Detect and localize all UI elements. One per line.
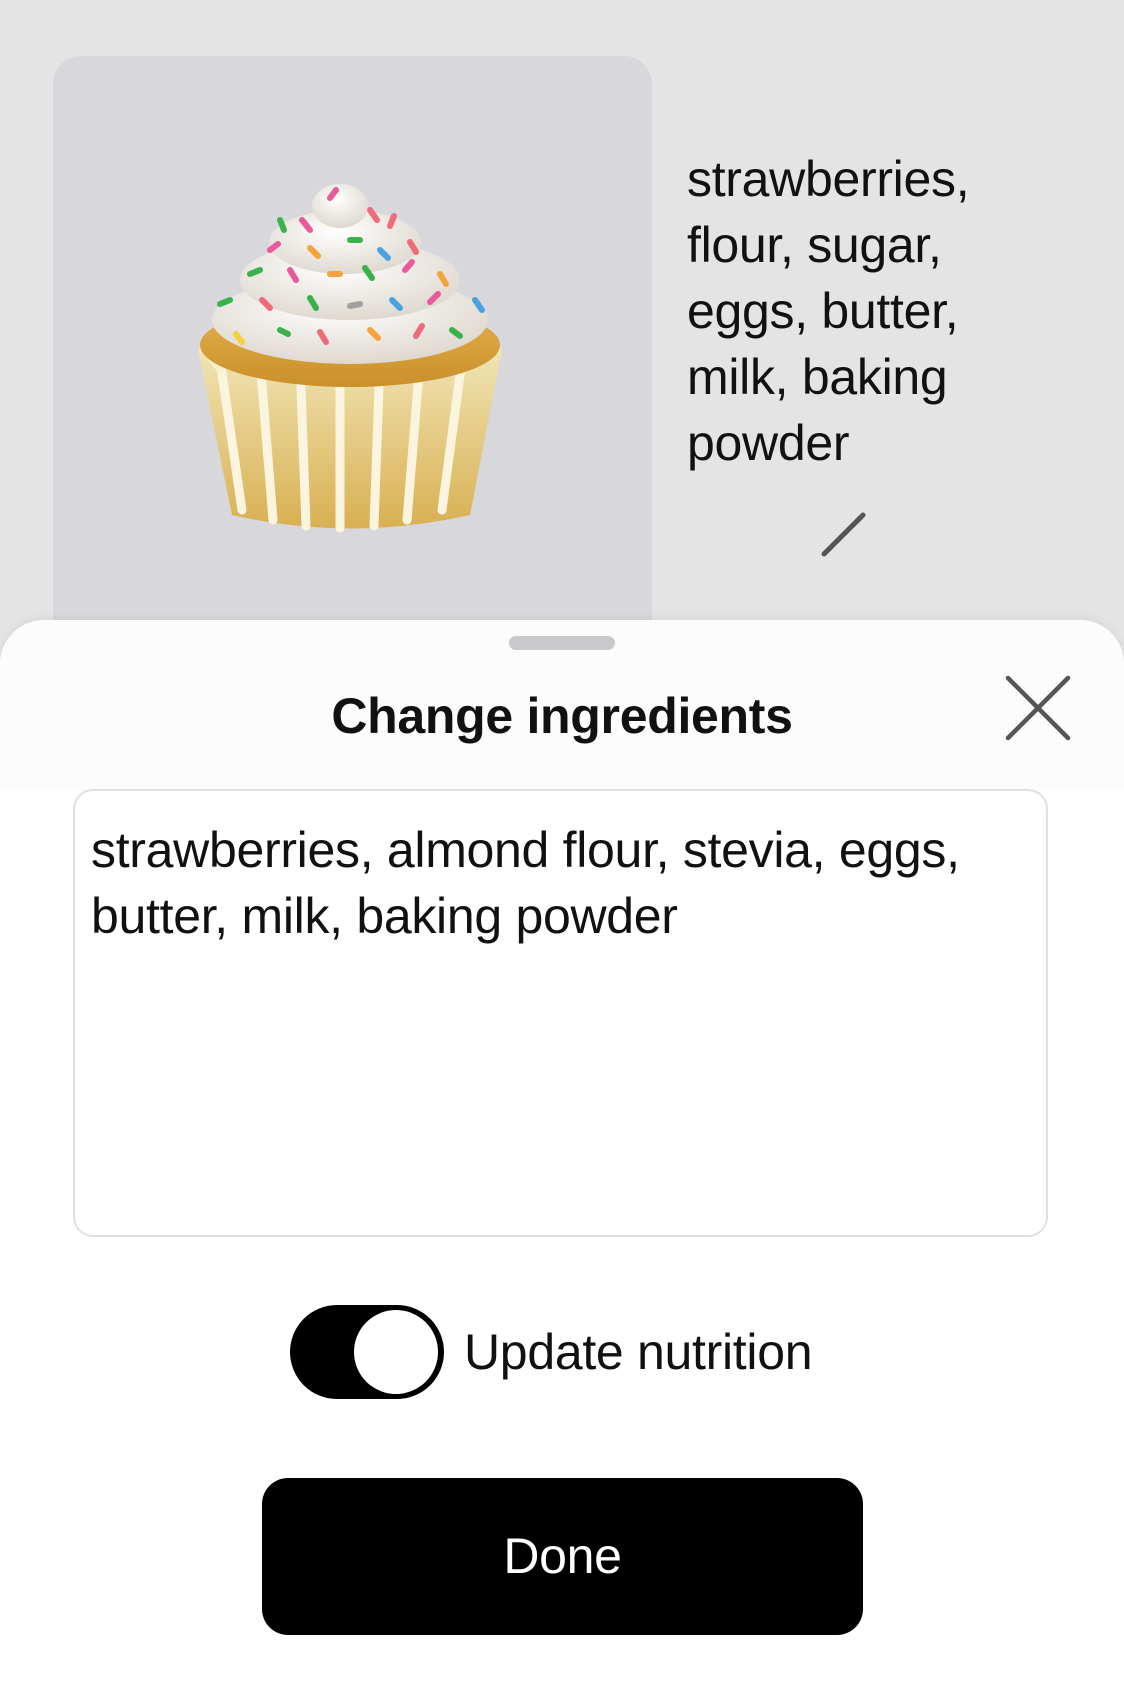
sheet-header: Change ingredients xyxy=(0,620,1124,790)
sheet-title: Change ingredients xyxy=(331,688,793,744)
done-button[interactable]: Done xyxy=(262,1478,863,1635)
update-nutrition-toggle[interactable] xyxy=(290,1305,444,1399)
update-nutrition-label: Update nutrition xyxy=(464,1324,813,1380)
recipe-ingredients-text: strawberries, flour, sugar, eggs, butter… xyxy=(687,151,970,471)
pencil-icon[interactable] xyxy=(818,510,868,560)
cupcake-icon xyxy=(198,184,502,533)
toggle-knob xyxy=(354,1310,438,1394)
update-nutrition-row: Update nutrition xyxy=(290,1305,850,1399)
close-icon[interactable] xyxy=(1000,670,1076,746)
sheet-grabber[interactable] xyxy=(509,636,615,650)
ingredients-textarea[interactable]: strawberries, almond flour, stevia, eggs… xyxy=(73,789,1048,1237)
